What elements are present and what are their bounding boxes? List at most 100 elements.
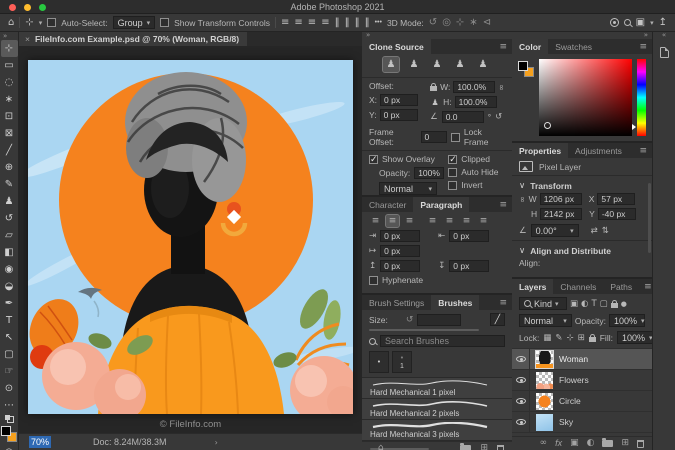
eye-icon[interactable] (515, 356, 526, 362)
brush-preset-tile[interactable]: • (369, 351, 389, 373)
account-icon[interactable] (609, 18, 619, 27)
section-chevron-icon[interactable]: ∨ (519, 181, 525, 191)
scale-w-field[interactable]: 100.0% (453, 81, 496, 93)
align-text-right-icon[interactable]: ≡ (403, 215, 416, 227)
panel-menu-icon[interactable]: ≡ (494, 295, 512, 310)
lock-transparent-pixels-icon[interactable]: ▦ (543, 333, 551, 343)
libraries-icon[interactable] (659, 47, 669, 58)
zoom-level-field[interactable]: 70% (29, 436, 52, 448)
tab-clone-source[interactable]: Clone Source (362, 39, 431, 54)
clone-source-slot-1[interactable]: ♟ (382, 56, 400, 73)
overlay-opacity-field[interactable]: 100% (414, 167, 445, 179)
tab-brushes[interactable]: Brushes (431, 295, 480, 310)
filter-kind-dropdown[interactable]: Kind ▾ (519, 297, 567, 310)
clone-stamp-tool[interactable]: ♟ (1, 193, 18, 210)
show-overlay-checkbox[interactable] (369, 154, 378, 165)
tab-swatches[interactable]: Swatches (548, 39, 599, 54)
offset-y-field[interactable]: 0 px (379, 109, 418, 121)
justify-last-left-icon[interactable]: ≡ (426, 215, 439, 227)
invert-checkbox[interactable] (448, 180, 458, 190)
3d-roll-icon[interactable]: ◎ (442, 17, 451, 28)
crop-tool[interactable]: ⊡ (1, 108, 18, 125)
3d-camera-icon[interactable]: ⊲ (483, 17, 491, 28)
clone-source-slot-3[interactable]: ♟ (429, 57, 445, 72)
layer-thumbnail[interactable] (536, 392, 553, 410)
shape-tool[interactable]: ▢ (1, 346, 18, 363)
collapse-panels-icon[interactable]: » (512, 32, 652, 39)
auto-select-dropdown[interactable]: Group ▾ (112, 16, 156, 29)
expand-panels-icon[interactable]: « (658, 32, 670, 39)
frame-offset-field[interactable]: 0 (420, 131, 447, 143)
foreground-color-swatch[interactable] (1, 426, 11, 436)
frame-tool[interactable]: ⊠ (1, 125, 18, 142)
layer-row-woman[interactable]: Woman (512, 349, 652, 370)
layer-name[interactable]: Sky (559, 417, 573, 427)
3d-pan-icon[interactable]: ⊹ (456, 17, 464, 28)
justify-last-center-icon[interactable]: ≡ (443, 215, 456, 227)
tab-layers[interactable]: Layers (512, 279, 554, 294)
hue-slider-arrow[interactable] (632, 123, 636, 130)
visibility-cell[interactable] (512, 370, 530, 390)
filter-shape-layers-icon[interactable]: ▢ (600, 299, 608, 309)
eye-icon[interactable] (515, 419, 526, 425)
collapse-toolbar-icon[interactable]: » (0, 32, 7, 40)
layer-style-icon[interactable]: fx (555, 439, 562, 448)
tab-channels[interactable]: Channels (553, 279, 603, 294)
flip-vertical-icon[interactable]: ⇅ (602, 226, 609, 236)
search-icon[interactable] (623, 19, 631, 26)
align-text-center-icon[interactable]: ≡ (385, 214, 400, 228)
color-panel-swatches[interactable] (518, 61, 534, 77)
blur-tool[interactable]: ◉ (1, 261, 18, 278)
space-after-field[interactable]: 0 px (449, 260, 490, 272)
filter-pixel-layers-icon[interactable]: ▣ (570, 299, 578, 309)
tab-paths[interactable]: Paths (603, 279, 639, 294)
quick-mask-icon[interactable]: ◎ (1, 444, 18, 450)
section-chevron-icon[interactable]: ∨ (519, 246, 525, 256)
type-tool[interactable]: T (1, 312, 18, 329)
eye-icon[interactable] (515, 377, 526, 383)
tab-character[interactable]: Character (362, 197, 413, 212)
lasso-tool[interactable]: ◌ (1, 74, 18, 91)
blend-mode-dropdown[interactable]: Normal ▾ (519, 314, 572, 327)
justify-last-right-icon[interactable]: ≡ (460, 215, 473, 227)
layer-thumbnail[interactable] (536, 413, 553, 431)
delete-brush-icon[interactable] (497, 444, 505, 450)
filter-smart-objects-icon[interactable] (610, 299, 618, 308)
collapse-panels-icon[interactable]: » (362, 32, 512, 39)
brush-group-tile[interactable]: • 1 (392, 351, 412, 373)
home-icon[interactable]: ⌂ (8, 17, 14, 28)
lock-all-icon[interactable] (588, 333, 596, 342)
layer-name[interactable]: Woman (559, 354, 588, 364)
search-brushes-input[interactable]: Search Brushes (380, 335, 505, 347)
new-group-icon[interactable] (460, 443, 472, 450)
dodge-tool[interactable]: ◒ (1, 278, 18, 295)
offset-x-field[interactable]: 0 px (380, 94, 419, 106)
slider-marker-icon[interactable]: ⌂ (378, 444, 384, 450)
chevron-down-icon[interactable]: ▾ (39, 19, 43, 27)
flip-horizontal-icon[interactable]: ⇄ (591, 226, 598, 236)
tab-color[interactable]: Color (512, 39, 549, 54)
layer-name[interactable]: Circle (559, 396, 581, 406)
y-position-field[interactable]: -40 px (597, 208, 636, 220)
properties-scrollbar[interactable] (648, 183, 651, 253)
scale-h-field[interactable]: 100.0% (454, 96, 497, 108)
distribute-vertical-icon[interactable]: ‖ (355, 17, 360, 28)
brush-tool[interactable]: ✎ (1, 176, 18, 193)
height-field[interactable]: 2142 px (540, 208, 583, 220)
reset-transform-icon[interactable]: ↺ (495, 112, 502, 122)
distribute-horizontal-icon[interactable]: ‖ (335, 17, 340, 28)
panel-menu-icon[interactable]: ≡ (494, 197, 512, 212)
gradient-tool[interactable]: ◧ (1, 244, 18, 261)
align-text-left-icon[interactable]: ≡ (369, 215, 382, 227)
align-top-icon[interactable]: ≡ (321, 17, 329, 28)
clone-source-slot-4[interactable]: ♟ (452, 57, 468, 72)
move-tool-preset-icon[interactable]: ⊹ (25, 17, 33, 28)
auto-select-checkbox[interactable] (47, 18, 57, 27)
distribute-center-icon[interactable]: ‖ (345, 17, 350, 28)
new-layer-icon[interactable]: ⊞ (621, 439, 629, 448)
lock-image-pixels-icon[interactable]: ✎ (555, 333, 562, 343)
new-adjustment-layer-icon[interactable]: ◐ (587, 439, 595, 448)
edit-toolbar-icon[interactable]: ⋯ (1, 397, 18, 414)
align-left-icon[interactable]: ≡ (281, 17, 289, 28)
overlay-blend-dropdown[interactable]: Normal ▾ (379, 182, 437, 195)
